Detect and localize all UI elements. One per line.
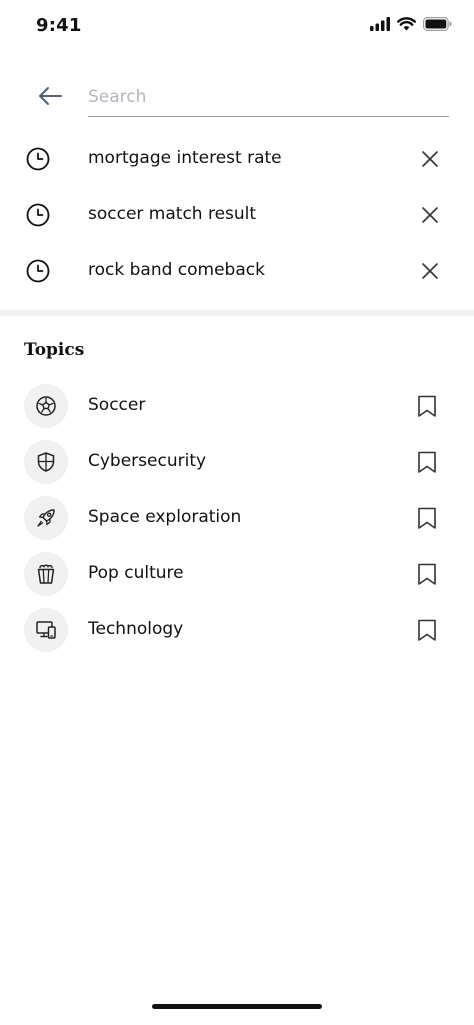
soccer-ball-icon bbox=[36, 396, 56, 416]
search-input[interactable] bbox=[88, 78, 449, 117]
wifi-icon bbox=[397, 17, 416, 31]
topic-item-pop-culture[interactable]: Pop culture bbox=[0, 546, 474, 602]
topic-item-soccer[interactable]: Soccer bbox=[0, 378, 474, 434]
battery-icon bbox=[423, 17, 452, 31]
status-bar: 9:41 bbox=[0, 0, 474, 54]
topic-label: Pop culture bbox=[88, 563, 184, 583]
topic-label: Cybersecurity bbox=[88, 451, 207, 471]
bookmark-button[interactable] bbox=[416, 562, 438, 586]
status-icons bbox=[370, 17, 452, 31]
search-bar bbox=[0, 72, 474, 120]
clock-icon bbox=[26, 203, 50, 227]
home-indicator[interactable] bbox=[152, 1004, 322, 1009]
recent-search-label: rock band comeback bbox=[88, 260, 265, 280]
close-icon bbox=[422, 151, 438, 167]
arrow-left-icon bbox=[39, 87, 62, 105]
topic-icon-badge bbox=[24, 552, 68, 596]
topics-heading: Topics bbox=[24, 340, 85, 360]
cellular-signal-icon bbox=[370, 17, 390, 31]
status-time: 9:41 bbox=[36, 15, 82, 36]
devices-icon bbox=[36, 621, 56, 639]
shield-icon bbox=[37, 452, 55, 472]
topic-item-space-exploration[interactable]: Space exploration bbox=[0, 490, 474, 546]
recent-search-item[interactable]: mortgage interest rate bbox=[0, 131, 474, 187]
bookmark-icon bbox=[418, 619, 436, 641]
bookmark-button[interactable] bbox=[416, 506, 438, 530]
remove-recent-search-button[interactable] bbox=[418, 259, 442, 283]
topic-item-cybersecurity[interactable]: Cybersecurity bbox=[0, 434, 474, 490]
recent-search-label: soccer match result bbox=[88, 204, 257, 224]
topic-icon-badge bbox=[24, 608, 68, 652]
remove-recent-search-button[interactable] bbox=[418, 147, 442, 171]
topic-icon-badge bbox=[24, 384, 68, 428]
topic-icon-badge bbox=[24, 496, 68, 540]
topic-item-technology[interactable]: Technology bbox=[0, 602, 474, 658]
bookmark-button[interactable] bbox=[416, 618, 438, 642]
bookmark-button[interactable] bbox=[416, 394, 438, 418]
section-divider bbox=[0, 310, 474, 316]
recent-search-item[interactable]: soccer match result bbox=[0, 187, 474, 243]
topic-label: Technology bbox=[88, 619, 184, 639]
topic-icon-badge bbox=[24, 440, 68, 484]
bookmark-icon bbox=[418, 563, 436, 585]
topic-label: Space exploration bbox=[88, 507, 242, 527]
recent-searches-list: mortgage interest rate soccer match resu… bbox=[0, 131, 474, 299]
recent-search-item[interactable]: rock band comeback bbox=[0, 243, 474, 299]
bookmark-icon bbox=[418, 451, 436, 473]
rocket-icon bbox=[37, 509, 55, 527]
bookmark-button[interactable] bbox=[416, 450, 438, 474]
topics-list: Soccer Cybersecurity Space exploration P… bbox=[0, 378, 474, 658]
recent-search-label: mortgage interest rate bbox=[88, 148, 282, 168]
topic-label: Soccer bbox=[88, 395, 146, 415]
back-button[interactable] bbox=[34, 82, 66, 110]
bookmark-icon bbox=[418, 507, 436, 529]
popcorn-icon bbox=[37, 564, 55, 584]
bookmark-icon bbox=[418, 395, 436, 417]
close-icon bbox=[422, 207, 438, 223]
clock-icon bbox=[26, 259, 50, 283]
close-icon bbox=[422, 263, 438, 279]
remove-recent-search-button[interactable] bbox=[418, 203, 442, 227]
clock-icon bbox=[26, 147, 50, 171]
